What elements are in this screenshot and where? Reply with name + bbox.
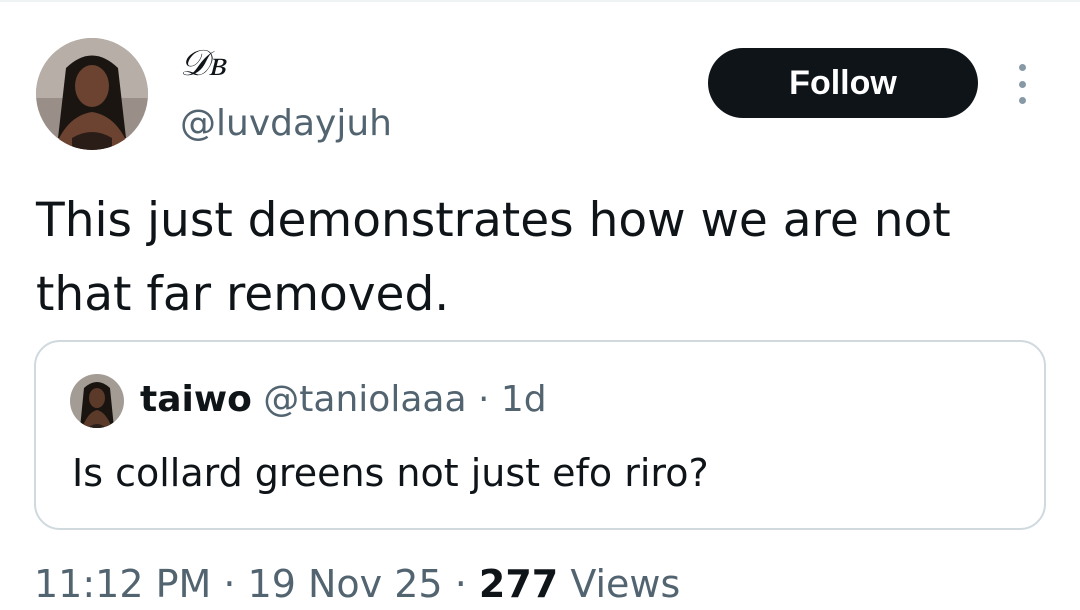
tweet-text: This just demonstrates how we are not th… <box>36 193 951 322</box>
meta-separator: · <box>454 562 467 606</box>
quoted-avatar-image <box>70 374 124 428</box>
quoted-author-avatar[interactable] <box>70 374 124 428</box>
views-label: Views <box>570 562 681 606</box>
quoted-display-name[interactable]: taiwo <box>140 379 252 420</box>
tweet-meta: 11:12 PM · 19 Nov 25 · 277 Views <box>34 556 680 610</box>
quoted-handle[interactable]: @taniolaaa <box>263 379 466 420</box>
more-options-icon[interactable] <box>1008 64 1036 104</box>
author-avatar-image <box>36 38 148 150</box>
quoted-separator: · <box>477 379 490 420</box>
quoted-tweet-header: taiwo @taniolaaa · 1d <box>140 376 547 424</box>
views-count: 277 <box>478 562 559 606</box>
meta-separator: · <box>223 562 236 606</box>
author-handle[interactable]: @luvdayjuh <box>180 102 392 146</box>
quoted-tweet[interactable]: taiwo @taniolaaa · 1d Is collard greens … <box>34 340 1046 530</box>
tweet-card: 𝒟ᏼ @luvdayjuh Follow This just demonstra… <box>0 0 1080 610</box>
quoted-timestamp[interactable]: 1d <box>501 379 547 420</box>
quoted-tweet-text: Is collard greens not just efo riro? <box>72 451 709 495</box>
tweet-time[interactable]: 11:12 PM <box>34 562 211 606</box>
tweet-date[interactable]: 19 Nov 25 <box>248 562 443 606</box>
author-display-name[interactable]: 𝒟ᏼ <box>180 44 225 84</box>
author-avatar[interactable] <box>36 38 148 150</box>
follow-button[interactable]: Follow <box>708 48 978 118</box>
